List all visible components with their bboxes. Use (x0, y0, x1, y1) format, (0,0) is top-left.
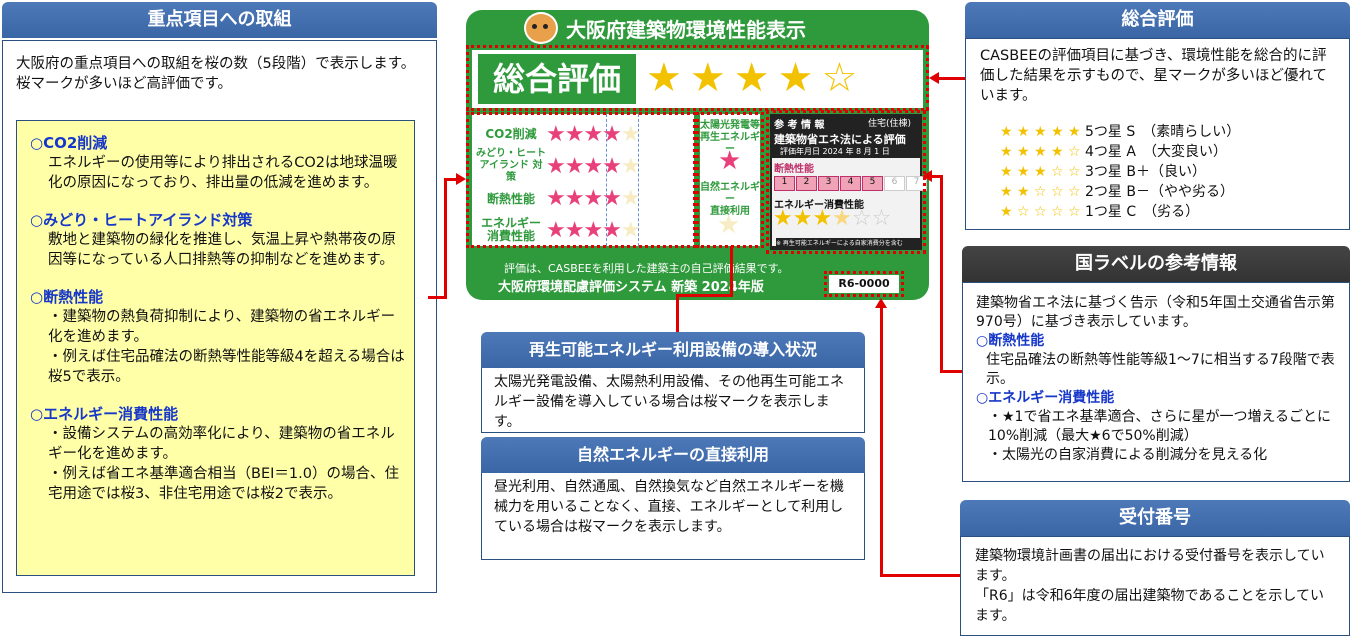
national-body-1: 住宅品確法の断熱等性能等級1～7に相当する7段階で表示。 (986, 352, 1335, 387)
highlight-sakura (466, 112, 696, 248)
rank-text: 2つ星 B－（やや劣る） (1085, 184, 1234, 200)
section-energy: ○エネルギー消費性能 ・設備システムの高効率化により、建築物の省エネルギー化を進… (30, 403, 408, 504)
mascot-icon (524, 12, 558, 44)
rank-text: 1つ星 C （劣る） (1085, 204, 1200, 220)
highlight-overall (466, 45, 929, 111)
highlight-renewable (696, 112, 764, 248)
left-panel-title: 重点項目への取組 (2, 2, 437, 38)
connector-line (730, 246, 733, 296)
rank-stars: ★ ★ ★ ★ ★ (1000, 124, 1081, 140)
highlight-ref (766, 110, 926, 254)
connector-line (938, 77, 965, 80)
rank-row: ★ ★ ★ ★ ☆ 4つ星 A （大変良い） (1000, 142, 1240, 162)
section-co2: ○CO2削減 エネルギーの使用等により排出されるCO2は地球温暖化の原因になって… (30, 132, 408, 193)
reception-panel-body: 建築物環境計画書の届出における受付番号を表示しています。 「R6」は令和6年度の… (975, 548, 1325, 624)
national-intro: 建築物省エネ法に基づく告示（令和5年国土交通省告示第970号）に基づき表示してい… (976, 295, 1335, 330)
rank-row: ★ ☆ ☆ ☆ ☆ 1つ星 C （劣る） (1000, 202, 1240, 222)
rank-text: 4つ星 A （大変良い） (1085, 144, 1227, 160)
rank-text: 5つ星 S （素晴らしい） (1085, 124, 1241, 140)
rank-row: ★ ★ ★ ☆ ☆ 3つ星 B＋（良い） (1000, 162, 1240, 182)
rank-stars: ★ ★ ☆ ☆ ☆ (1000, 184, 1081, 200)
renewable-panel-body: 太陽光発電設備、太陽熱利用設備、その他再生可能エネルギー設備を導入している場合は… (494, 374, 844, 430)
left-intro: 大阪府の重点項目への取組を桜の数（5段階）で表示します。桜マークが多いほど高評価… (16, 56, 416, 92)
section-heading: ○みどり・ヒートアイランド対策 (30, 211, 253, 229)
reception-panel-title: 受付番号 (960, 500, 1350, 536)
renewable-panel-title: 再生可能エネルギー利用設備の導入状況 (481, 332, 865, 368)
rank-row: ★ ★ ★ ★ ★ 5つ星 S （素晴らしい） (1000, 122, 1240, 142)
connector-line (940, 175, 943, 373)
connector-line (444, 178, 447, 299)
label-footer-1: 評価は、CASBEEを利用した建築主の自己評価結果です。 (504, 262, 789, 275)
section-heading: ○断熱性能 (30, 288, 104, 306)
section-body: ・建築物の熱負荷抑制により、建築物の省エネルギー化を進めます。 ・例えば住宅品確… (48, 309, 405, 385)
connector-line (880, 574, 960, 577)
arrow-head (456, 173, 466, 185)
rank-stars: ★ ★ ★ ★ ☆ (1000, 144, 1081, 160)
connector-line (940, 370, 962, 373)
connector-line (676, 294, 679, 334)
natural-panel-body: 昼光利用、自然通風、自然換気など自然エネルギーを機械力を用いることなく、直接、エ… (494, 479, 844, 535)
national-panel-title: 国ラベルの参考情報 (962, 246, 1350, 282)
section-insulation: ○断熱性能 ・建築物の熱負荷抑制により、建築物の省エネルギー化を進めます。 ・例… (30, 286, 408, 387)
national-panel-content: 建築物省エネ法に基づく告示（令和5年国土交通省告示第970号）に基づき表示してい… (976, 294, 1340, 465)
connector-line (880, 308, 883, 577)
overall-panel-body: CASBEEの評価項目に基づき、環境性能を総合的に評価した結果を示すもので、星マ… (980, 48, 1327, 104)
rank-list: ★ ★ ★ ★ ★ 5つ星 S （素晴らしい） ★ ★ ★ ★ ☆ 4つ星 A … (1000, 122, 1240, 222)
national-heading-2: ○エネルギー消費性能 (976, 390, 1115, 406)
arrow-head (875, 298, 887, 308)
rank-stars: ★ ☆ ☆ ☆ ☆ (1000, 204, 1081, 220)
left-sections: ○CO2削減 エネルギーの使用等により排出されるCO2は地球温暖化の原因になって… (30, 132, 408, 504)
section-green: ○みどり・ヒートアイランド対策 敷地と建築物の緑化を推進し、気温上昇や熱帯夜の原… (30, 209, 408, 270)
natural-panel-title: 自然エネルギーの直接利用 (481, 437, 865, 473)
rank-stars: ★ ★ ★ ☆ ☆ (1000, 164, 1081, 180)
national-body-2: ・★1で省エネ基準適合、さらに星が一つ増えるごとに10%削減（最大★6で50%削… (988, 409, 1332, 463)
arrow-head (922, 170, 932, 182)
section-body: エネルギーの使用等により排出されるCO2は地球温暖化の原因になっており、排出量の… (48, 155, 398, 191)
rank-row: ★ ★ ☆ ☆ ☆ 2つ星 B－（やや劣る） (1000, 182, 1240, 202)
national-heading-1: ○断熱性能 (976, 333, 1045, 349)
label-footer-2: 大阪府環境配慮評価システム 新築 2024年版 (498, 280, 764, 295)
arrow-head (929, 72, 939, 84)
section-heading: ○CO2削減 (30, 134, 108, 152)
section-body: ・設備システムの高効率化により、建築物の省エネルギー化を進めます。 ・例えば省エ… (48, 426, 399, 502)
overall-panel-title: 総合評価 (965, 2, 1350, 38)
rank-text: 3つ星 B＋（良い） (1085, 164, 1206, 180)
label-title: 大阪府建築物環境性能表示 (566, 18, 806, 42)
section-heading: ○エネルギー消費性能 (30, 405, 179, 423)
connector-line (676, 294, 733, 297)
highlight-reg (824, 271, 904, 297)
section-body: 敷地と建築物の緑化を推進し、気温上昇や熱帯夜の原因等になっている人口排熱等の抑制… (48, 232, 396, 268)
